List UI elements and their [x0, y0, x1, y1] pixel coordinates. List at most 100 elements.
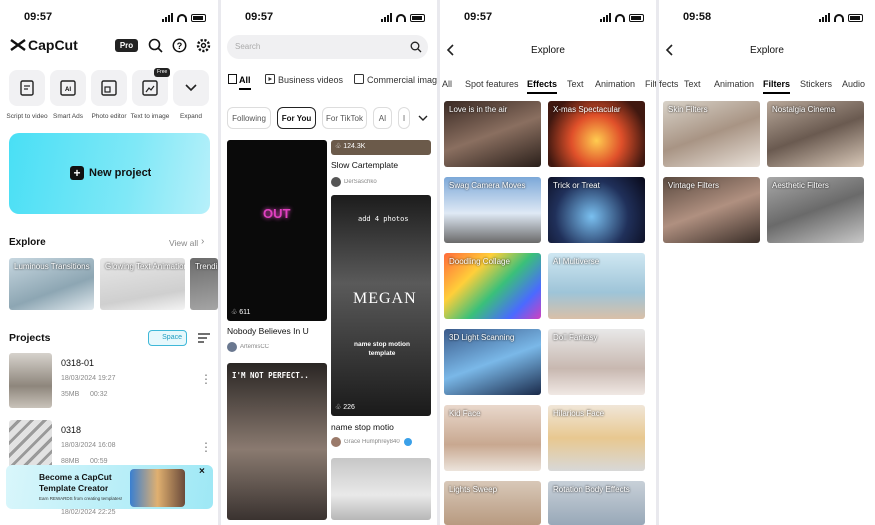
template-card[interactable]: OUT ♧ 611 — [227, 140, 327, 321]
effect-card[interactable]: Doll Fantasy — [548, 329, 645, 395]
chip-label: l — [403, 113, 405, 123]
explore-card[interactable]: Glowing Text Animation — [100, 258, 185, 310]
effect-card[interactable]: Doodling Collage — [444, 253, 541, 319]
filter-card[interactable]: Vintage Filters — [663, 177, 760, 243]
status-time: 09:58 — [683, 11, 712, 23]
space-button[interactable]: Space — [148, 330, 187, 346]
svg-text:?: ? — [177, 41, 183, 51]
effect-card[interactable]: Kid Face — [444, 405, 541, 471]
space-label: Space — [162, 334, 182, 341]
tab-animation[interactable]: Animation — [595, 79, 635, 89]
author-name[interactable]: Grace Humphrey840 — [344, 439, 400, 445]
effect-card[interactable]: Trick or Treat — [548, 177, 645, 243]
close-icon[interactable]: × — [199, 466, 205, 477]
author-name[interactable]: DerSaschko — [344, 179, 377, 185]
settings-icon[interactable] — [196, 38, 211, 53]
effect-title: Hilarious Face — [553, 409, 605, 418]
template-title[interactable]: name stop motio — [331, 422, 394, 432]
effect-card[interactable]: Love is in the air — [444, 101, 541, 167]
effect-title: Swag Camera Moves — [449, 181, 526, 190]
image-icon — [354, 74, 364, 84]
tab-animation[interactable]: Animation — [714, 79, 754, 89]
wifi-icon — [396, 14, 406, 22]
quick-action-label: Expand — [179, 113, 203, 120]
view-all-link[interactable]: View all — [169, 238, 198, 248]
search-icon[interactable] — [148, 38, 163, 53]
effect-card[interactable]: X-mas Spectacular — [548, 101, 645, 167]
banner-image — [130, 469, 185, 507]
chevron-right-icon: › — [201, 236, 205, 247]
use-count: ♧ 124.3K — [335, 143, 366, 150]
chip-for-tiktok[interactable]: For TikTok — [322, 107, 367, 129]
all-icon — [228, 74, 237, 84]
quick-action-label: Photo editor — [91, 113, 127, 120]
explore-card-title: Luminous Transitions — [14, 262, 90, 271]
template-card[interactable]: I'M NOT PERFECT.. — [227, 363, 327, 520]
search-input[interactable]: Search — [227, 35, 428, 59]
chip-for-you[interactable]: For You — [277, 107, 316, 129]
template-title[interactable]: Slow Cartemplate — [331, 160, 398, 170]
new-project-button[interactable]: + New project — [9, 133, 210, 214]
project-name[interactable]: 0318-01 — [61, 358, 94, 368]
text-to-image-button[interactable]: Free — [132, 68, 171, 106]
tab-commercial-image[interactable]: Commercial image — [367, 75, 437, 85]
project-thumbnail[interactable] — [9, 420, 52, 470]
smart-ads-button[interactable]: AI — [50, 70, 86, 106]
explore-effects-screen: 09:57 Explore All Spot features Effects … — [440, 0, 656, 525]
effect-card[interactable]: Swag Camera Moves — [444, 177, 541, 243]
tab-audio[interactable]: Audio — [842, 79, 865, 89]
tab-stickers[interactable]: Stickers — [800, 79, 832, 89]
explore-card[interactable]: Luminous Transitions — [9, 258, 94, 310]
chip-more[interactable]: l — [398, 107, 410, 129]
project-thumbnail[interactable] — [9, 353, 52, 408]
filter-card[interactable]: Aesthetic Filters — [767, 177, 864, 243]
more-options-icon[interactable]: ⋮ — [200, 372, 212, 386]
template-card[interactable]: add 4 photos MEGAN name stop motion temp… — [331, 195, 431, 416]
template-card[interactable]: ♧ 124.3K — [331, 140, 431, 155]
tab-effects[interactable]: Effects — [527, 79, 558, 94]
effect-title: Doll Fantasy — [553, 333, 598, 342]
tab-business-videos[interactable]: Business videos — [278, 75, 343, 85]
chip-ai[interactable]: AI — [373, 107, 392, 129]
filter-card[interactable]: Skin Filters — [663, 101, 760, 167]
battery-icon — [410, 14, 425, 22]
tab-all[interactable]: All — [239, 75, 251, 90]
tab-filters[interactable]: Filters — [763, 79, 791, 94]
effect-card[interactable]: Rotation Body Effects — [548, 481, 645, 525]
tab-effects[interactable]: Effects — [659, 79, 678, 89]
script-to-video-button[interactable] — [9, 70, 45, 106]
filter-card[interactable]: Nostalgia Cinema — [767, 101, 864, 167]
explore-title: Explore — [9, 237, 46, 248]
search-icon[interactable] — [410, 41, 422, 53]
projects-title: Projects — [9, 332, 51, 344]
project-name[interactable]: 0318 — [61, 425, 81, 435]
sort-icon[interactable] — [198, 333, 210, 343]
effect-card[interactable]: 3D Light Scanning — [444, 329, 541, 395]
tab-filters[interactable]: Filters — [645, 79, 656, 89]
tab-text[interactable]: Text — [684, 79, 701, 89]
more-options-icon[interactable]: ⋮ — [200, 440, 212, 454]
status-bar: 09:58 — [659, 11, 875, 25]
author-name[interactable]: ArtemisCC — [240, 344, 269, 350]
expand-button[interactable] — [173, 70, 209, 106]
status-time: 09:57 — [464, 11, 493, 23]
creator-banner[interactable]: Become a CapCut Template Creator Earn RE… — [6, 465, 213, 509]
tab-all[interactable]: All — [442, 79, 452, 89]
status-bar: 09:57 — [440, 11, 656, 25]
template-feed-screen: 09:57 Search All Business videos Commerc… — [221, 0, 437, 525]
tab-text[interactable]: Text — [567, 79, 584, 89]
pro-badge[interactable]: Pro — [115, 39, 138, 52]
effect-card[interactable]: Lights Sweep — [444, 481, 541, 525]
effect-card[interactable]: AI Multiverse — [548, 253, 645, 319]
help-icon[interactable]: ? — [172, 38, 187, 53]
template-card[interactable] — [331, 458, 431, 520]
effect-card[interactable]: Hilarious Face — [548, 405, 645, 471]
wifi-icon — [177, 14, 187, 22]
photo-editor-button[interactable] — [91, 70, 127, 106]
quick-action-label: Text to image — [130, 113, 170, 120]
chip-following[interactable]: Following — [227, 107, 271, 129]
tab-spot-features[interactable]: Spot features — [465, 79, 519, 89]
chevron-down-icon[interactable] — [418, 114, 428, 122]
template-title[interactable]: Nobody Believes In U — [227, 326, 309, 336]
explore-card[interactable]: Trendin — [190, 258, 218, 310]
